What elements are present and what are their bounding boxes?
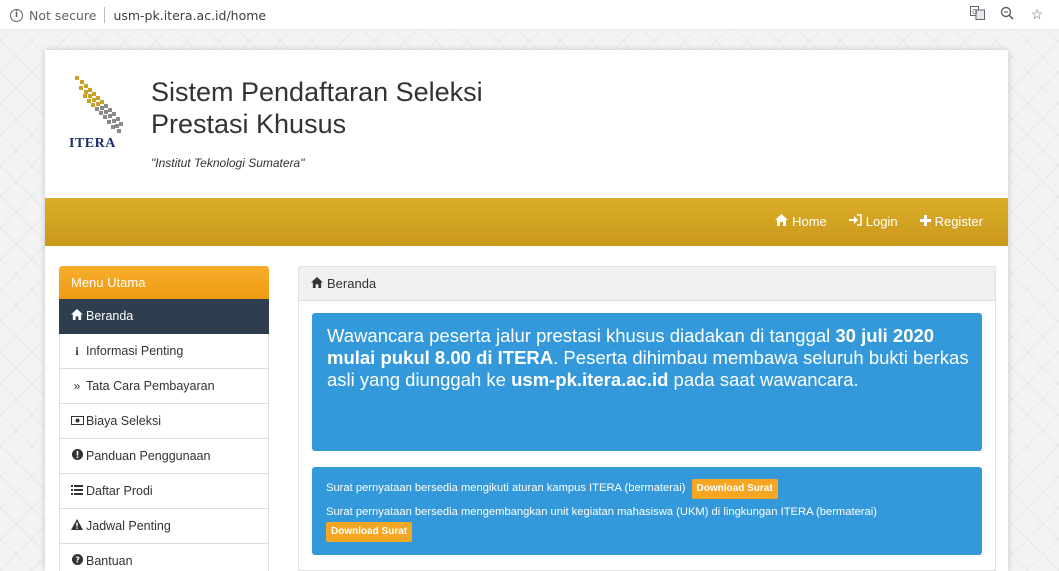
nav-register-label: Register [934, 214, 983, 229]
sidebar-item-jadwal-penting[interactable]: Jadwal Penting [59, 509, 269, 544]
sidebar-title: Menu Utama [59, 266, 269, 299]
sidebar-item-label: Jadwal Penting [86, 519, 171, 533]
sidebar-item-label: Informasi Penting [86, 344, 184, 358]
content-panel: Beranda Wawancara peserta jalur prestasi… [298, 266, 996, 571]
info-circle-icon[interactable]: i [10, 8, 23, 22]
top-navbar: Home Login Register [45, 198, 1008, 246]
breadcrumb-label: Beranda [327, 276, 377, 291]
download-description: Surat pernyataan bersedia mengembangkan … [326, 506, 877, 518]
main-container: ITERA Sistem Pendaftaran Seleksi Prestas… [45, 50, 1008, 571]
announcement-text: Wawancara peserta jalur prestasi khusus … [327, 325, 836, 346]
plus-icon [919, 214, 931, 229]
translate-icon[interactable]: G [969, 6, 985, 23]
sidebar-menu: Menu Utama Beranda i Informasi Penting »… [59, 266, 269, 571]
address-separator [104, 7, 106, 23]
sidebar-item-label: Beranda [86, 309, 134, 323]
address-bar[interactable]: i Not secure usm-pk.itera.ac.id/home [10, 5, 266, 25]
download-alert: Surat pernyataan bersedia mengikuti atur… [312, 467, 982, 555]
money-icon [70, 414, 84, 428]
sidebar-item-label: Daftar Prodi [86, 484, 153, 498]
login-icon [848, 214, 862, 229]
download-surat-button[interactable]: Download Surat [691, 479, 778, 499]
list-icon [70, 484, 84, 498]
sidebar-item-informasi-penting[interactable]: i Informasi Penting [59, 334, 269, 369]
browser-toolbar: i Not secure usm-pk.itera.ac.id/home G ☆ [0, 0, 1059, 30]
nav-register-link[interactable]: Register [919, 214, 983, 229]
sidebar-item-label: Panduan Penggunaan [86, 449, 211, 463]
nav-home-label: Home [792, 214, 827, 229]
svg-text:?: ? [75, 556, 80, 565]
nav-login-label: Login [865, 214, 898, 229]
download-surat-button[interactable]: Download Surat [326, 522, 413, 542]
nav-home-link[interactable]: Home [775, 214, 827, 229]
sidebar-item-daftar-prodi[interactable]: Daftar Prodi [59, 474, 269, 509]
download-line: Surat pernyataan bersedia mengikuti atur… [326, 479, 970, 499]
sidebar-item-label: Bantuan [86, 554, 133, 568]
sidebar-item-tata-cara-pembayaran[interactable]: » Tata Cara Pembayaran [59, 369, 269, 404]
site-title: Sistem Pendaftaran Seleksi Prestasi Khus… [151, 77, 483, 139]
sidebar-item-label: Tata Cara Pembayaran [86, 379, 215, 393]
security-label: Not secure [29, 7, 97, 23]
warning-icon [70, 519, 84, 533]
announcement-alert: Wawancara peserta jalur prestasi khusus … [312, 313, 982, 451]
sidebar-item-panduan-penggunaan[interactable]: Panduan Penggunaan [59, 439, 269, 474]
sidebar-item-beranda[interactable]: Beranda [59, 299, 269, 334]
info-icon: i [75, 343, 79, 358]
breadcrumb: Beranda [299, 267, 995, 301]
exclamation-circle-icon [70, 449, 84, 463]
bookmark-star-icon[interactable]: ☆ [1029, 6, 1045, 23]
nav-login-link[interactable]: Login [848, 214, 898, 229]
site-header: ITERA Sistem Pendaftaran Seleksi Prestas… [45, 50, 1008, 198]
logo-text: ITERA [69, 136, 116, 151]
site-tagline: "Institut Teknologi Sumatera" [151, 156, 305, 170]
zoom-icon[interactable] [999, 6, 1015, 23]
sidebar-item-bantuan[interactable]: ? Bantuan [59, 544, 269, 571]
download-description: Surat pernyataan bersedia mengikuti atur… [326, 482, 686, 494]
announcement-text: pada saat wawancara. [668, 369, 859, 390]
home-icon [775, 214, 789, 229]
svg-text:G: G [972, 8, 977, 16]
sidebar-item-biaya-seleksi[interactable]: Biaya Seleksi [59, 404, 269, 439]
url-text[interactable]: usm-pk.itera.ac.id/home [113, 8, 266, 23]
home-icon [311, 276, 323, 291]
double-chevron-right-icon: » [73, 379, 81, 393]
question-circle-icon: ? [70, 554, 84, 568]
download-line: Surat pernyataan bersedia mengembangkan … [326, 505, 970, 542]
home-icon [70, 309, 84, 323]
announcement-url: usm-pk.itera.ac.id [511, 369, 669, 390]
sidebar-item-label: Biaya Seleksi [86, 414, 162, 428]
